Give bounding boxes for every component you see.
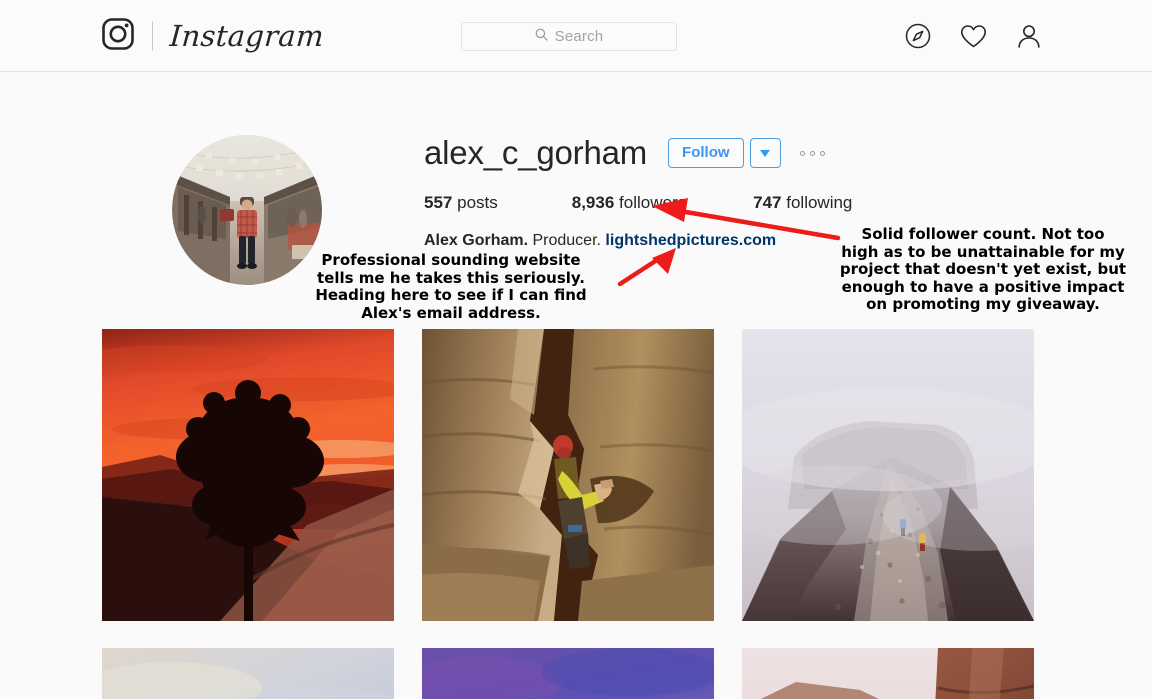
search-input[interactable]: Search <box>461 22 677 51</box>
page-title: alex_c_gorham <box>424 134 648 171</box>
ellipsis-icon[interactable] <box>799 150 825 156</box>
stat-followers[interactable]: 8,936 followers <box>572 193 686 213</box>
stat-following[interactable]: 747 following <box>753 193 852 213</box>
post-purple-twilight[interactable] <box>422 648 714 699</box>
post-grid <box>102 329 1037 699</box>
header-nav-icons <box>905 23 1042 54</box>
logo-divider <box>152 21 153 51</box>
instagram-wordmark[interactable]: Instagram <box>169 19 325 53</box>
profile-stats: 557 posts 8,936 followers 747 following <box>424 193 884 213</box>
stat-posts[interactable]: 557 posts <box>424 193 498 213</box>
explore-icon[interactable] <box>905 23 931 54</box>
post-climber-crack[interactable] <box>422 329 714 621</box>
post-red-rock[interactable] <box>742 648 1034 699</box>
stat-followers-count: 8,936 <box>571 193 615 212</box>
chevron-down-icon[interactable] <box>749 138 781 168</box>
logo-group[interactable]: Instagram <box>100 15 325 57</box>
bio-website-link[interactable]: lightshedpictures.com <box>605 232 776 249</box>
search-icon <box>535 28 548 46</box>
bio-full-name: Alex Gorham. <box>424 232 529 249</box>
arrow-to-website <box>617 248 676 287</box>
instagram-profile-page: Instagram Search alex_c_gorham Follow 55… <box>0 0 1152 699</box>
site-header: Instagram Search <box>0 0 1152 72</box>
activity-heart-icon[interactable] <box>960 24 987 54</box>
instagram-camera-icon[interactable] <box>100 16 136 57</box>
post-sunset-tree[interactable] <box>102 329 394 621</box>
stat-posts-count: 557 <box>424 193 453 212</box>
annotation-right-text: Solid follower count. Not too high as to… <box>839 225 1127 313</box>
username-row: alex_c_gorham Follow <box>424 132 884 174</box>
follow-button[interactable]: Follow <box>668 138 744 168</box>
stat-following-label: following <box>786 193 853 212</box>
post-misty-ridge[interactable] <box>742 329 1034 621</box>
stat-followers-label: followers <box>619 193 687 212</box>
profile-bio: Alex Gorham. Producer. lightshedpictures… <box>424 230 884 251</box>
stat-posts-label: posts <box>457 193 498 212</box>
profile-info: alex_c_gorham Follow 557 posts 8,936 fol… <box>424 132 884 251</box>
stat-following-count: 747 <box>753 193 782 212</box>
post-pale-sky[interactable] <box>102 648 394 699</box>
annotation-left-text: Professional sounding website tells me h… <box>315 251 587 322</box>
bio-role: Producer. <box>532 232 601 249</box>
profile-person-icon[interactable] <box>1016 23 1042 54</box>
search-placeholder: Search <box>554 28 604 45</box>
